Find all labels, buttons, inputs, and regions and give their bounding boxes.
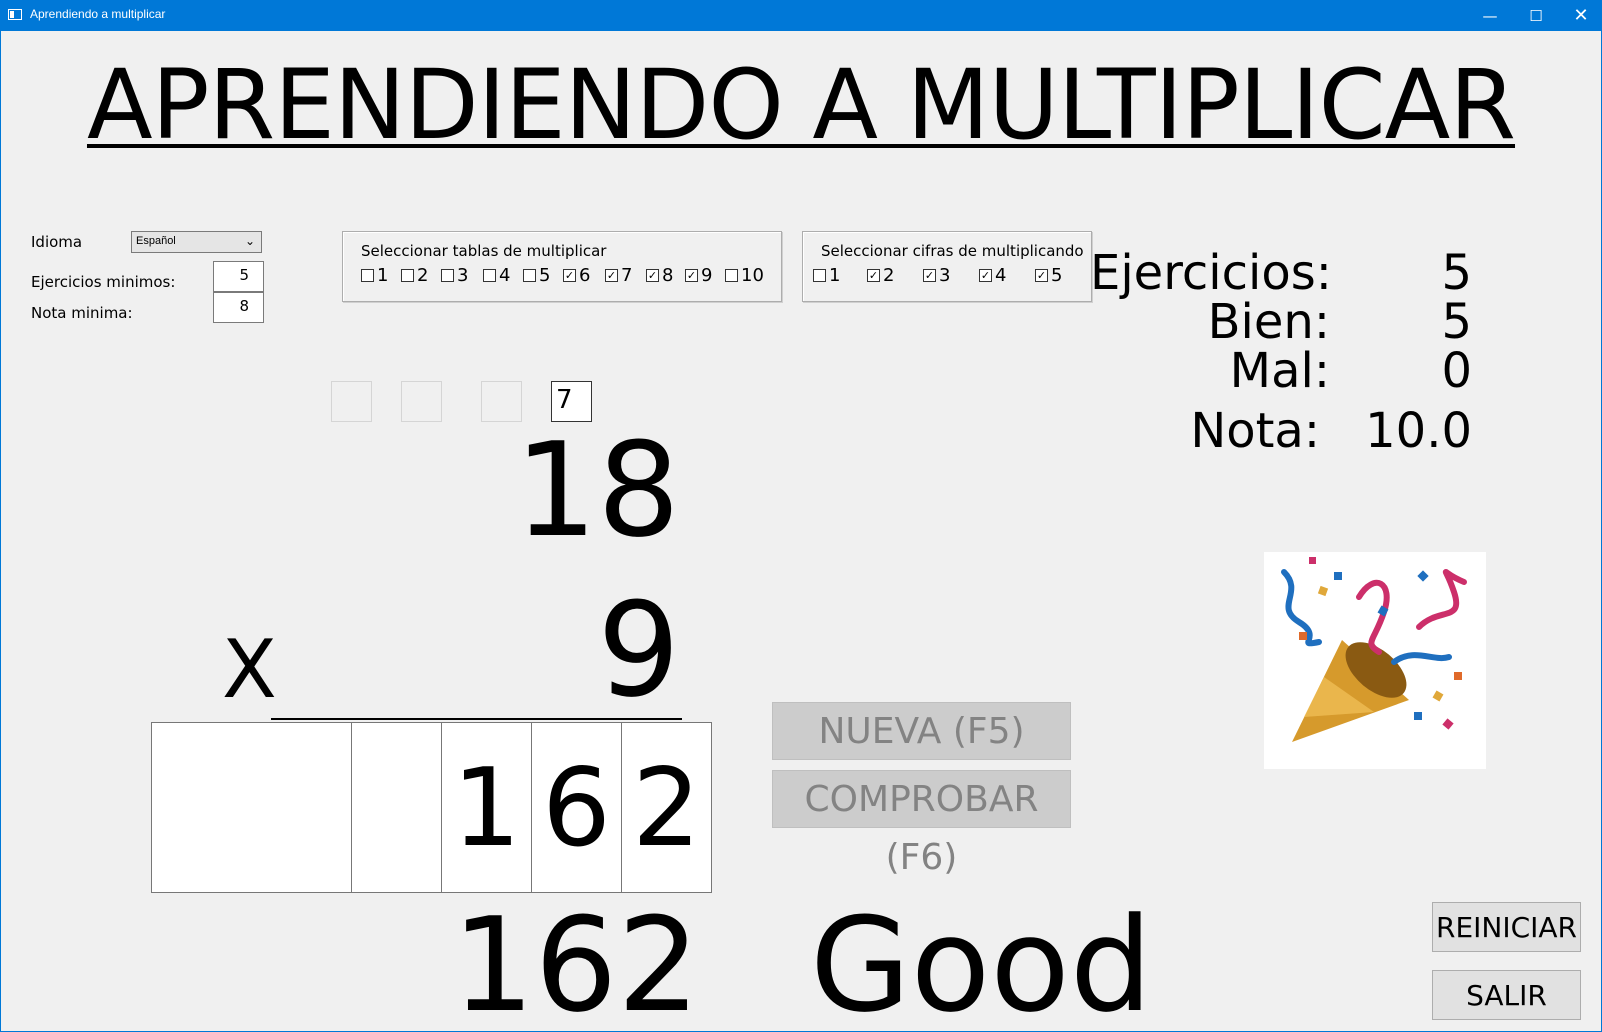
ejercicios-minimos-input[interactable]: 5 xyxy=(213,261,264,292)
tabla-checkbox-label: 10 xyxy=(741,265,764,286)
tabla-checkbox-label: 1 xyxy=(377,265,389,286)
tabla-checkbox-label: 3 xyxy=(457,265,469,286)
tabla-checkbox-2[interactable]: 2 xyxy=(401,265,428,286)
cifra-checkbox-label: 4 xyxy=(995,265,1007,286)
comprobar-button[interactable]: COMPROBAR (F6) xyxy=(772,770,1071,878)
cifra-checkbox-1[interactable]: 1 xyxy=(813,265,840,286)
tabla-checkbox-10[interactable]: 10 xyxy=(725,265,764,286)
checkbox-checked-icon[interactable]: ✓ xyxy=(923,269,936,282)
tabla-checkbox-1[interactable]: 1 xyxy=(361,265,388,286)
cifras-group: Seleccionar cifras de multiplicando 1 ✓ 2 ✓… xyxy=(802,231,1092,302)
stat-bien-label: Bien: xyxy=(1207,294,1330,350)
nota-minima-label: Nota minima: xyxy=(31,304,133,322)
tabla-checkbox-label: 4 xyxy=(499,265,511,286)
reiniciar-button[interactable]: REINICIAR xyxy=(1432,902,1581,952)
checkbox-unchecked-icon[interactable] xyxy=(813,269,826,282)
tabla-checkbox-8[interactable]: ✓ 8 xyxy=(646,265,673,286)
tabla-checkbox-7[interactable]: ✓ 7 xyxy=(605,265,632,286)
answer-digit-cell[interactable]: 2 xyxy=(621,722,712,893)
tabla-checkbox-label: 5 xyxy=(539,265,551,286)
checkbox-checked-icon[interactable]: ✓ xyxy=(563,269,576,282)
close-icon[interactable]: ✕ xyxy=(1558,0,1602,31)
tabla-checkbox-label: 8 xyxy=(662,265,674,286)
cifra-checkbox-3[interactable]: ✓ 3 xyxy=(923,265,950,286)
cifras-group-title: Seleccionar cifras de multiplicando xyxy=(821,242,1084,260)
checkbox-unchecked-icon[interactable] xyxy=(523,269,536,282)
page-title: APRENDIENDO A MULTIPLICAR xyxy=(86,49,1516,161)
nota-minima-input[interactable]: 8 xyxy=(213,292,264,323)
stat-nota-value: 10.0 xyxy=(1365,403,1472,459)
cifra-checkbox-label: 5 xyxy=(1051,265,1063,286)
chevron-down-icon: ⌄ xyxy=(244,234,255,248)
carry-box[interactable] xyxy=(401,381,442,422)
checkbox-checked-icon[interactable]: ✓ xyxy=(979,269,992,282)
ejercicios-minimos-label: Ejercicios minimos: xyxy=(31,273,176,291)
salir-button[interactable]: SALIR xyxy=(1432,970,1581,1020)
checkbox-unchecked-icon[interactable] xyxy=(441,269,454,282)
idioma-label: Idioma xyxy=(31,233,83,251)
checkbox-checked-icon[interactable]: ✓ xyxy=(646,269,659,282)
answer-digit-cell[interactable] xyxy=(151,722,352,893)
checkbox-checked-icon[interactable]: ✓ xyxy=(1035,269,1048,282)
tabla-checkbox-label: 2 xyxy=(417,265,429,286)
tabla-checkbox-6[interactable]: ✓ 6 xyxy=(563,265,590,286)
idioma-value: Español xyxy=(136,235,176,247)
cifra-checkbox-2[interactable]: ✓ 2 xyxy=(867,265,894,286)
multiplier: 9 xyxy=(597,574,680,726)
carry-box[interactable] xyxy=(331,381,372,422)
operation-rule xyxy=(271,718,682,720)
tabla-checkbox-4[interactable]: 4 xyxy=(483,265,510,286)
tabla-checkbox-label: 7 xyxy=(621,265,633,286)
stat-mal-label: Mal: xyxy=(1229,343,1330,399)
cifra-checkbox-label: 3 xyxy=(939,265,951,286)
cifra-checkbox-label: 1 xyxy=(829,265,841,286)
title-bar: Aprendiendo a multiplicar — ☐ ✕ xyxy=(0,0,1602,31)
tabla-checkbox-3[interactable]: 3 xyxy=(441,265,468,286)
cifra-checkbox-5[interactable]: ✓ 5 xyxy=(1035,265,1062,286)
app-icon xyxy=(8,9,22,20)
tabla-checkbox-label: 9 xyxy=(701,265,713,286)
checkbox-checked-icon[interactable]: ✓ xyxy=(605,269,618,282)
window-title: Aprendiendo a multiplicar xyxy=(30,7,166,21)
stat-nota-label: Nota: xyxy=(1190,403,1320,459)
minimize-icon[interactable]: — xyxy=(1467,0,1513,31)
tablas-group: Seleccionar tablas de multiplicar 1 2 3 4 5 ✓… xyxy=(342,231,782,302)
tabla-checkbox-label: 6 xyxy=(579,265,591,286)
stat-mal-value: 0 xyxy=(1441,343,1472,399)
multiplicand: 18 xyxy=(514,414,680,566)
answer-digit-cell[interactable] xyxy=(351,722,442,893)
tabla-checkbox-5[interactable]: 5 xyxy=(523,265,550,286)
tablas-group-title: Seleccionar tablas de multiplicar xyxy=(361,242,607,260)
checkbox-unchecked-icon[interactable] xyxy=(401,269,414,282)
nueva-button[interactable]: NUEVA (F5) xyxy=(772,702,1071,760)
operator-sign: X xyxy=(222,623,277,716)
party-popper-icon xyxy=(1264,552,1486,769)
idioma-select[interactable]: Español ⌄ xyxy=(131,231,262,253)
answer-digit-cell[interactable]: 1 xyxy=(441,722,532,893)
feedback-text: Good xyxy=(810,889,1153,1032)
correct-result: 162 xyxy=(451,889,700,1032)
stat-ejercicios-value: 5 xyxy=(1441,245,1472,301)
answer-digit-cell[interactable]: 6 xyxy=(531,722,622,893)
checkbox-unchecked-icon[interactable] xyxy=(725,269,738,282)
checkbox-checked-icon[interactable]: ✓ xyxy=(867,269,880,282)
checkbox-unchecked-icon[interactable] xyxy=(483,269,496,282)
cifra-checkbox-label: 2 xyxy=(883,265,895,286)
stat-ejercicios-label: Ejercicios: xyxy=(1090,245,1332,301)
checkbox-checked-icon[interactable]: ✓ xyxy=(685,269,698,282)
tabla-checkbox-9[interactable]: ✓ 9 xyxy=(685,265,712,286)
stat-bien-value: 5 xyxy=(1441,294,1472,350)
maximize-icon[interactable]: ☐ xyxy=(1513,0,1559,31)
cifra-checkbox-4[interactable]: ✓ 4 xyxy=(979,265,1006,286)
checkbox-unchecked-icon[interactable] xyxy=(361,269,374,282)
